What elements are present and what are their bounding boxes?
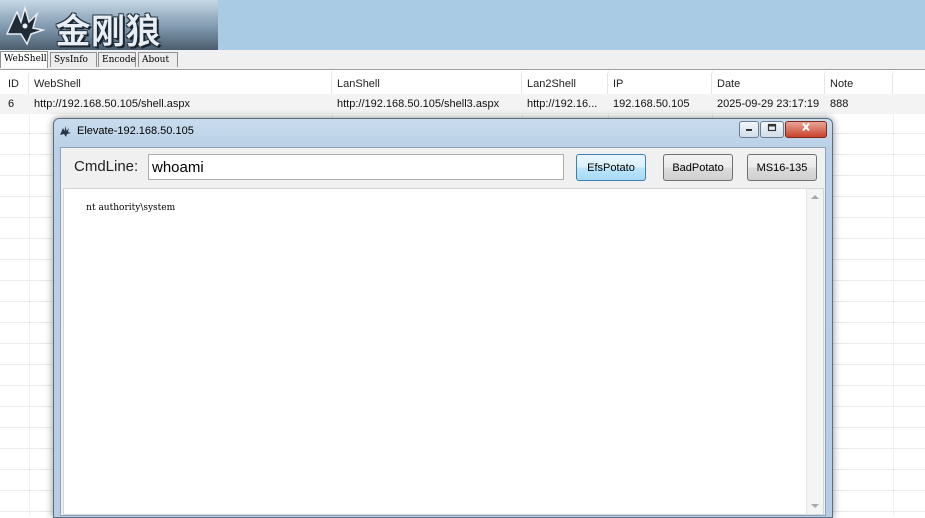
wolf-logo-icon xyxy=(5,5,46,46)
scroll-down-icon[interactable] xyxy=(811,504,819,508)
elevate-dialog: Elevate-192.168.50.105 CmdLine: EfsPotat… xyxy=(53,118,833,518)
grid-line xyxy=(893,71,894,515)
dialog-title: Elevate-192.168.50.105 xyxy=(77,125,194,137)
cmdline-label: CmdLine: xyxy=(74,158,139,175)
minimize-icon xyxy=(746,129,752,131)
column-header-note[interactable]: Note xyxy=(825,73,893,94)
cell-webshell: http://192.168.50.105/shell.aspx xyxy=(34,98,190,110)
close-icon xyxy=(802,122,810,132)
tab-sysinfo[interactable]: SysInfo xyxy=(50,52,97,67)
efspotato-button[interactable]: EfsPotato xyxy=(576,154,646,181)
cell-lan2shell: http://192.16... xyxy=(527,98,598,110)
minimize-button[interactable] xyxy=(739,121,759,138)
output-text: nt authority\system xyxy=(86,203,176,213)
maximize-button[interactable] xyxy=(760,121,784,138)
logo-title: 金刚狼 xyxy=(56,12,161,50)
ms16-135-button[interactable]: MS16-135 xyxy=(747,154,817,181)
column-header-ip[interactable]: IP xyxy=(608,73,712,94)
column-header-webshell[interactable]: WebShell xyxy=(29,73,332,94)
cell-date: 2025-09-29 23:17:19 xyxy=(717,98,820,110)
tab-webshell[interactable]: WebShell xyxy=(0,51,48,68)
output-scrollbar[interactable] xyxy=(806,189,823,514)
column-header-id[interactable]: ID xyxy=(3,73,29,94)
column-header-lan2shell[interactable]: Lan2Shell xyxy=(522,73,608,94)
list-header: ID WebShell LanShell Lan2Shell IP Date N… xyxy=(0,73,925,95)
dialog-client-area: CmdLine: EfsPotato BadPotato MS16-135 nt… xyxy=(60,147,826,516)
command-output[interactable]: nt authority\system xyxy=(63,188,824,515)
cmdline-input[interactable] xyxy=(148,154,564,180)
badpotato-button[interactable]: BadPotato xyxy=(663,154,733,181)
main-tabstrip: WebShell SysInfo Encode About xyxy=(0,50,925,70)
scroll-up-icon[interactable] xyxy=(811,195,819,199)
close-button[interactable] xyxy=(785,121,827,138)
column-header-date[interactable]: Date xyxy=(712,73,825,94)
wolf-app-icon xyxy=(60,126,71,137)
app-logo: 金刚狼 xyxy=(0,0,218,50)
top-banner: 金刚狼 xyxy=(0,0,925,50)
tab-about[interactable]: About xyxy=(138,52,178,67)
cell-ip: 192.168.50.105 xyxy=(613,98,690,110)
maximize-icon xyxy=(767,123,777,132)
tab-encode[interactable]: Encode xyxy=(98,52,136,67)
cell-lanshell: http://192.168.50.105/shell3.aspx xyxy=(337,98,500,110)
grid-line xyxy=(29,71,30,515)
column-header-lanshell[interactable]: LanShell xyxy=(332,73,522,94)
table-row[interactable]: 6 http://192.168.50.105/shell.aspx http:… xyxy=(0,94,925,114)
cell-note: 888 xyxy=(830,98,849,110)
cell-id: 6 xyxy=(8,98,15,110)
